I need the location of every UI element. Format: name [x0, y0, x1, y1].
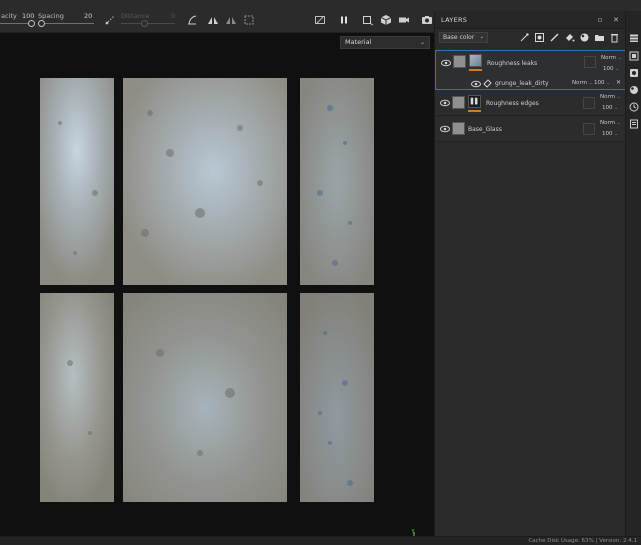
effect-blend-mode[interactable]: Norm ⌄ [572, 80, 593, 86]
layer-mask-thumbnail[interactable] [468, 95, 481, 108]
layer-row-roughness-leaks[interactable]: Roughness leaks Norm ⌄ 100 ⌄ grunge_leak… [435, 50, 626, 90]
distance-slider-knob [141, 20, 148, 27]
delete-icon[interactable] [609, 32, 620, 43]
layer-name[interactable]: Roughness edges [486, 100, 539, 107]
tile-icon[interactable] [243, 14, 255, 26]
axis-y-label: Y [411, 529, 416, 535]
3d-viewport[interactable]: Y X [0, 33, 434, 545]
layer-opacity[interactable]: 100 ⌄ [603, 66, 619, 72]
distance-slider-track [121, 23, 175, 24]
layer-extra-slot [583, 123, 595, 135]
pause-icon[interactable] [338, 14, 350, 26]
log-icon[interactable] [629, 119, 639, 129]
hide-ui-icon[interactable] [314, 14, 326, 26]
layer-thumbnail [452, 122, 465, 135]
blend-mode[interactable]: Norm ⌄ [601, 55, 622, 61]
blend-mode[interactable]: Norm ⌄ [600, 120, 621, 126]
opacity-slider-knob[interactable] [28, 20, 35, 27]
chevron-down-icon: ⌄ [419, 39, 425, 46]
add-mask-icon[interactable] [534, 32, 545, 43]
status-bar: Cache Disk Usage: 63% | Version: 2.4.1 [0, 536, 641, 545]
channel-select-value: Base color [443, 34, 475, 41]
visibility-eye-icon[interactable] [440, 125, 450, 133]
side-dock-strip [625, 11, 641, 536]
viewport-display-value: Material [345, 38, 372, 46]
visibility-eye-icon[interactable] [440, 99, 450, 107]
spacing-slider-track[interactable] [38, 23, 94, 24]
layers-panel-header: LAYERS ▫ ✕ [435, 11, 626, 29]
layer-row-roughness-edges[interactable]: Roughness edges Norm ⌄ 100 ⌄ [435, 91, 626, 116]
glass-panels-render [40, 78, 374, 502]
cube-icon[interactable] [380, 14, 392, 26]
texture-set-icon[interactable] [629, 51, 639, 61]
visibility-eye-icon[interactable] [471, 80, 481, 88]
lazy-mouse-icon[interactable] [104, 14, 116, 26]
layers-title: LAYERS [441, 16, 468, 24]
status-text: Cache Disk Usage: 63% | Version: 2.4.1 [528, 538, 637, 544]
mirror-icon[interactable] [225, 14, 237, 26]
app-root: acity 100 Spacing 20 Distance 0 Y Materi… [0, 0, 641, 545]
distance-value: 0 [171, 12, 176, 20]
distance-label: Distance [121, 12, 150, 20]
layer-opacity[interactable]: 100 ⌄ [602, 105, 618, 111]
layer-mask-thumbnail[interactable] [469, 54, 482, 67]
properties-icon[interactable] [629, 68, 639, 78]
effect-opacity[interactable]: 100 ⌄ [594, 80, 610, 86]
mask-active-indicator [469, 69, 482, 71]
layer-extra-slot [584, 56, 596, 68]
fill-effect-icon [483, 79, 492, 88]
layer-thumbnail [453, 55, 466, 68]
view-mode-icon[interactable] [362, 14, 374, 26]
mask-active-indicator [468, 110, 481, 112]
layer-row-base-glass[interactable]: Base_Glass Norm ⌄ 100 ⌄ [435, 117, 626, 142]
undock-icon[interactable]: ▫ [595, 15, 605, 25]
layer-extra-slot [583, 97, 595, 109]
camera-icon[interactable] [398, 14, 410, 26]
paint-layer-icon[interactable] [549, 32, 560, 43]
layer-name[interactable]: Base_Glass [468, 126, 502, 133]
blend-mode[interactable]: Norm ⌄ [600, 94, 621, 100]
history-icon[interactable] [629, 102, 639, 112]
remove-effect-icon[interactable]: ✕ [616, 79, 621, 86]
spacing-value[interactable]: 20 [84, 12, 92, 20]
layer-name[interactable]: Roughness leaks [487, 60, 537, 67]
folder-icon[interactable] [594, 32, 605, 43]
opacity-value[interactable]: 100 [22, 12, 34, 20]
chevron-down-icon: ⌄ [479, 34, 484, 40]
layer-thumbnail [452, 96, 465, 109]
effect-name[interactable]: grunge_leak_dirty [495, 80, 549, 87]
spacing-label: Spacing [38, 12, 64, 20]
channel-select[interactable]: Base color ⌄ [439, 32, 488, 43]
layers-dock-icon[interactable] [629, 33, 639, 43]
layer-opacity[interactable]: 100 ⌄ [602, 131, 618, 137]
visibility-eye-icon[interactable] [441, 59, 451, 67]
viewport-display-select[interactable]: Material ⌄ [340, 36, 430, 49]
display-settings-icon[interactable] [629, 85, 639, 95]
add-effect-icon[interactable] [519, 32, 530, 43]
layers-panel: LAYERS ▫ ✕ Base color ⌄ Roughness leaks … [434, 11, 626, 536]
close-icon[interactable]: ✕ [611, 15, 621, 25]
fill-layer-icon[interactable] [564, 32, 575, 43]
alignment-icon[interactable] [186, 14, 198, 26]
spacing-slider-knob[interactable] [38, 20, 45, 27]
smart-material-icon[interactable] [579, 32, 590, 43]
screenshot-icon[interactable] [421, 14, 433, 26]
symmetry-icon[interactable] [207, 14, 219, 26]
opacity-label: acity [1, 12, 17, 20]
